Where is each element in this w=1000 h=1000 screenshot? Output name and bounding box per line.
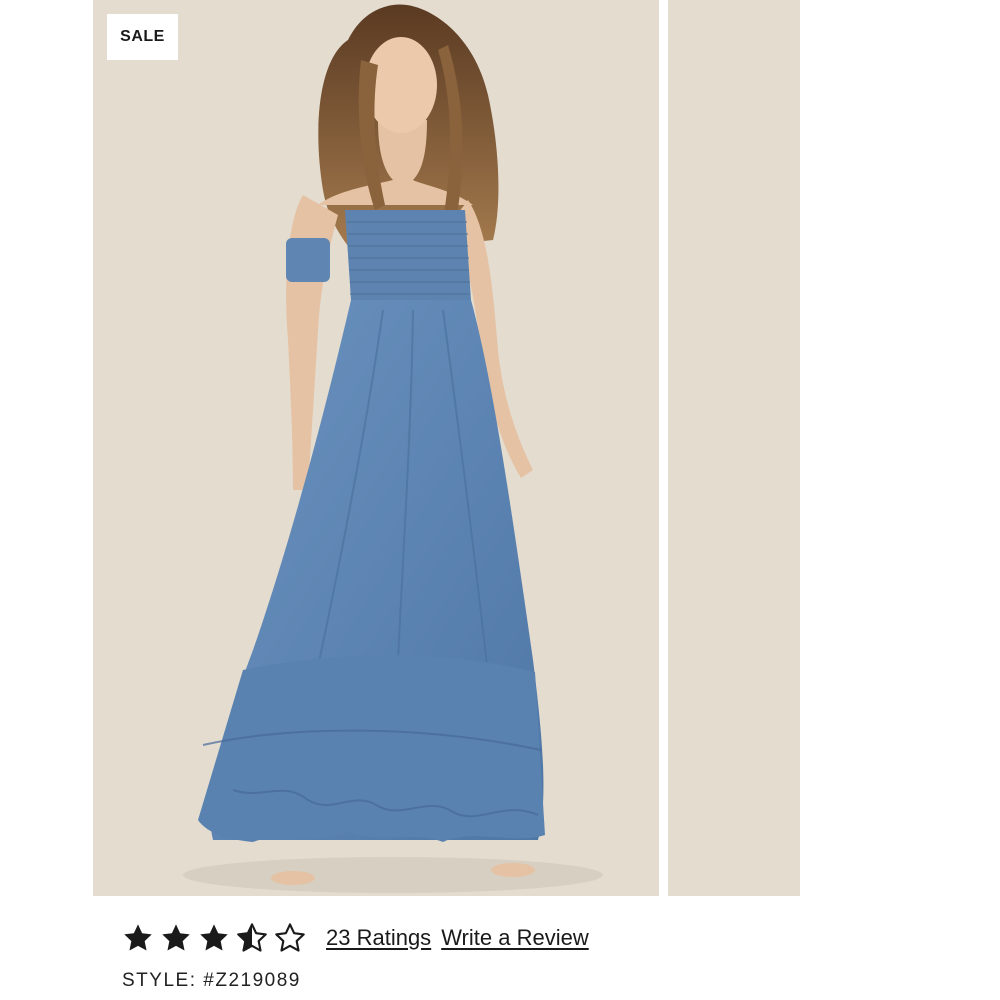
ratings-row: 23 Ratings Write a Review: [122, 918, 589, 958]
write-review-link[interactable]: Write a Review: [441, 925, 589, 951]
product-image-next[interactable]: [668, 0, 800, 896]
star-empty-icon: [274, 922, 306, 954]
star-full-icon: [198, 922, 230, 954]
product-image-gallery[interactable]: SALE: [93, 0, 800, 896]
star-rating[interactable]: [122, 922, 306, 954]
star-full-icon: [122, 922, 154, 954]
star-half-icon: [236, 922, 268, 954]
product-image-main[interactable]: SALE: [93, 0, 659, 896]
star-full-icon: [160, 922, 192, 954]
product-page: SALE 23 Ratings Write a Review STYLE: #Z…: [0, 0, 1000, 1000]
ratings-count-link[interactable]: 23 Ratings: [326, 925, 431, 951]
style-code: #Z219089: [203, 970, 301, 991]
style-label: STYLE:: [122, 970, 197, 991]
style-number: STYLE: #Z219089: [122, 970, 301, 992]
product-photo: [93, 0, 659, 896]
sale-badge: SALE: [107, 14, 178, 60]
